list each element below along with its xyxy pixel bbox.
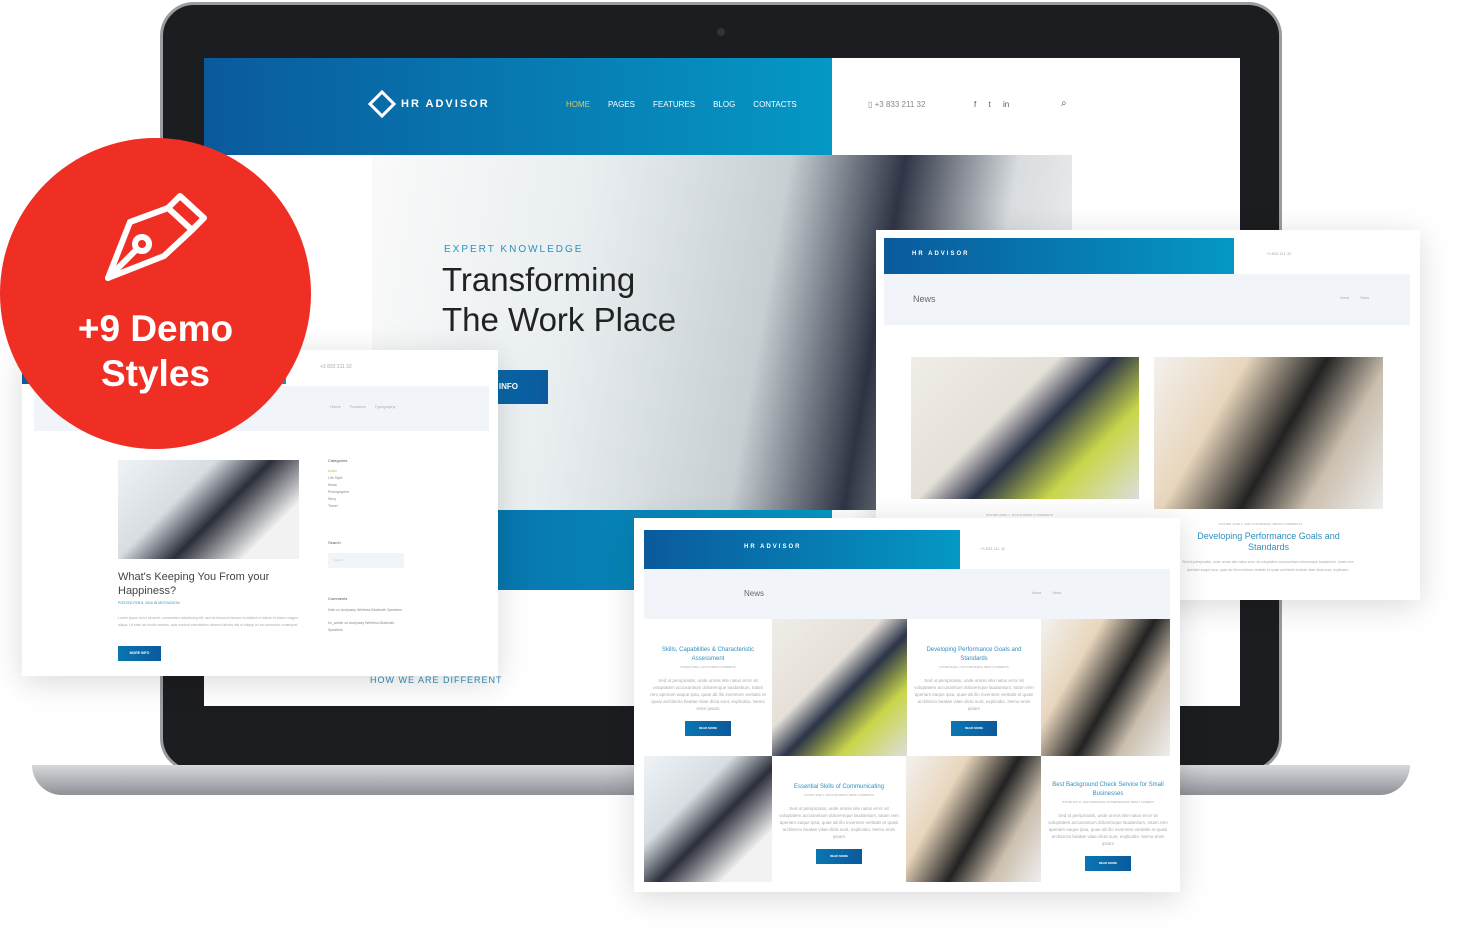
hero-title: Transforming The Work Place bbox=[442, 261, 677, 338]
hero-eyebrow: EXPERT KNOWLEDGE bbox=[444, 244, 584, 255]
sidebar-search-input[interactable]: Search bbox=[328, 553, 404, 568]
post-image bbox=[772, 619, 907, 756]
demo-styles-badge: +9 Demo Styles bbox=[0, 138, 311, 449]
card-phone: +3 833 211 32 bbox=[980, 546, 1006, 551]
nav-blog[interactable]: BLOG bbox=[713, 100, 735, 109]
breadcrumb: Home Features Typography bbox=[330, 404, 396, 409]
post-image bbox=[911, 357, 1139, 499]
news-post: Best Background Check Service for Small … bbox=[1048, 781, 1168, 871]
post-title[interactable]: Skills, Capabilities & Characteristic As… bbox=[650, 646, 766, 664]
brand-logo[interactable]: HR ADVISOR bbox=[401, 98, 490, 110]
more-info-button[interactable]: MORE INFO bbox=[118, 646, 161, 661]
categories-title: Categories bbox=[328, 458, 348, 463]
post-image bbox=[644, 756, 772, 882]
search-title: Search bbox=[328, 540, 341, 545]
nav-features[interactable]: FEATURES bbox=[653, 100, 695, 109]
post-meta: POSTED APRIL 1, 2016 IN NEWS 0 COMMENTS bbox=[986, 513, 1053, 517]
logo-icon bbox=[367, 89, 397, 119]
card-header: HR ADVISOR bbox=[884, 238, 1234, 274]
news-post: Developing Performance Goals and Standar… bbox=[914, 646, 1034, 736]
post-image bbox=[118, 460, 299, 559]
card-logo[interactable]: HR ADVISOR bbox=[912, 251, 969, 257]
twitter-icon[interactable]: t bbox=[988, 100, 990, 109]
post-meta: POSTED MAY 31, 2016 IN BRANDING, ENTREPR… bbox=[1061, 801, 1154, 804]
card-header: HR ADVISOR bbox=[644, 530, 960, 569]
post-image bbox=[1041, 619, 1170, 756]
page-title: News bbox=[744, 589, 765, 598]
post-image bbox=[906, 756, 1041, 882]
card-phone: +3 833 211 32 bbox=[320, 364, 352, 370]
news-post: Essential Skills of Communicating POSTED… bbox=[779, 783, 899, 864]
post-excerpt: Sed ut perspiciatis, unde omnis iste nat… bbox=[914, 678, 1034, 711]
post-image bbox=[1154, 357, 1383, 509]
nav-pages[interactable]: PAGES bbox=[608, 100, 635, 109]
section-heading: HOW WE ARE DIFFERENT bbox=[370, 675, 503, 685]
read-more-button[interactable]: READ MORE bbox=[685, 721, 731, 736]
category-item[interactable]: Music bbox=[328, 482, 404, 489]
categories-list: Audio Life Style Music Photographer Stor… bbox=[328, 468, 404, 510]
facebook-icon[interactable]: f bbox=[974, 100, 976, 109]
news-post: Skills, Capabilities & Characteristic As… bbox=[650, 646, 766, 736]
card-phone: +3 833 211 32 bbox=[1266, 251, 1292, 256]
pen-nib-icon bbox=[105, 193, 207, 281]
category-item[interactable]: Story bbox=[328, 496, 404, 503]
category-item[interactable]: Photographer bbox=[328, 489, 404, 496]
nav-contacts[interactable]: CONTACTS bbox=[753, 100, 796, 109]
read-more-button[interactable]: READ MORE bbox=[1085, 856, 1131, 871]
breadcrumb: Home News bbox=[1340, 296, 1370, 300]
post-excerpt: Lorem ipsum dolor sit amet, consectetur … bbox=[118, 616, 299, 627]
read-more-button[interactable]: READ MORE bbox=[816, 849, 862, 864]
category-item[interactable]: Audio bbox=[328, 468, 404, 475]
badge-text: +9 Demo Styles bbox=[77, 308, 234, 394]
page-title: News bbox=[913, 294, 936, 304]
breadcrumb: Home News bbox=[1032, 591, 1062, 595]
category-item[interactable]: Life Style bbox=[328, 475, 404, 482]
demo-card-news-list: HR ADVISOR +3 833 211 32 News Home News … bbox=[634, 518, 1180, 892]
main-nav: HOME PAGES FEATURES BLOG CONTACTS bbox=[566, 100, 815, 109]
sidebar: Categories Audio Life Style Music Photog… bbox=[328, 458, 404, 634]
post-excerpt: Sed ut perspiciatis, unde omnis iste nat… bbox=[1182, 560, 1354, 572]
post-title[interactable]: Developing Performance Goals and Standar… bbox=[1181, 531, 1356, 553]
search-icon[interactable]: ⌕ bbox=[1061, 98, 1067, 109]
post-meta: POSTED JUNE 1, 2016 IN NEWS 0 COMMENTS bbox=[680, 666, 736, 669]
post-title[interactable]: Developing Performance Goals and Standar… bbox=[914, 646, 1034, 664]
linkedin-icon[interactable]: in bbox=[1003, 100, 1009, 109]
post-excerpt: Sed ut perspiciatis, unde omnis iste nat… bbox=[1048, 813, 1168, 846]
page-title-band: News Home News bbox=[644, 569, 1170, 619]
post-meta: POSTED FEB 8, 2016 IN MOTIVATION bbox=[118, 601, 180, 605]
post-title[interactable]: Best Background Check Service for Small … bbox=[1048, 781, 1168, 799]
comment-item[interactable]: trx_admin on Audyssey Wireless Bluetooth… bbox=[328, 620, 404, 634]
read-more-button[interactable]: READ MORE bbox=[951, 721, 997, 736]
laptop-camera bbox=[717, 28, 725, 36]
post-meta: POSTED JUNE 1, 2016 IN BUSINESS, NEWS 0 … bbox=[1219, 522, 1303, 526]
nav-home[interactable]: HOME bbox=[566, 100, 590, 109]
social-icons: f t in bbox=[974, 100, 1009, 109]
comments-title: Comments bbox=[328, 596, 348, 601]
page-title-band: News Home News bbox=[884, 274, 1410, 325]
post-meta: POSTED JUNE 1, 2016 IN BUSINESS, NEWS 0 … bbox=[804, 794, 874, 797]
post-meta: POSTED JUNE 1, 2016 IN BUSINESS, NEWS 0 … bbox=[939, 666, 1009, 669]
comment-item[interactable]: Kate on Audyssey Wireless Bluetooth Spea… bbox=[328, 607, 404, 614]
card-logo[interactable]: HR ADVISOR bbox=[744, 544, 801, 550]
post-title[interactable]: Essential Skills of Communicating bbox=[779, 783, 899, 792]
post-excerpt: Sed ut perspiciatis, unde omnis iste nat… bbox=[779, 806, 899, 839]
post-excerpt: Sed ut perspiciatis, unde omnis iste nat… bbox=[650, 678, 766, 711]
site-header: HR ADVISOR HOME PAGES FEATURES BLOG CONTACTS bbox=[204, 58, 832, 155]
category-item[interactable]: Travel bbox=[328, 503, 404, 510]
post-title[interactable]: What's Keeping You From your Happiness? bbox=[118, 570, 308, 598]
phone-number: ▯ +3 833 211 32 bbox=[868, 100, 926, 109]
